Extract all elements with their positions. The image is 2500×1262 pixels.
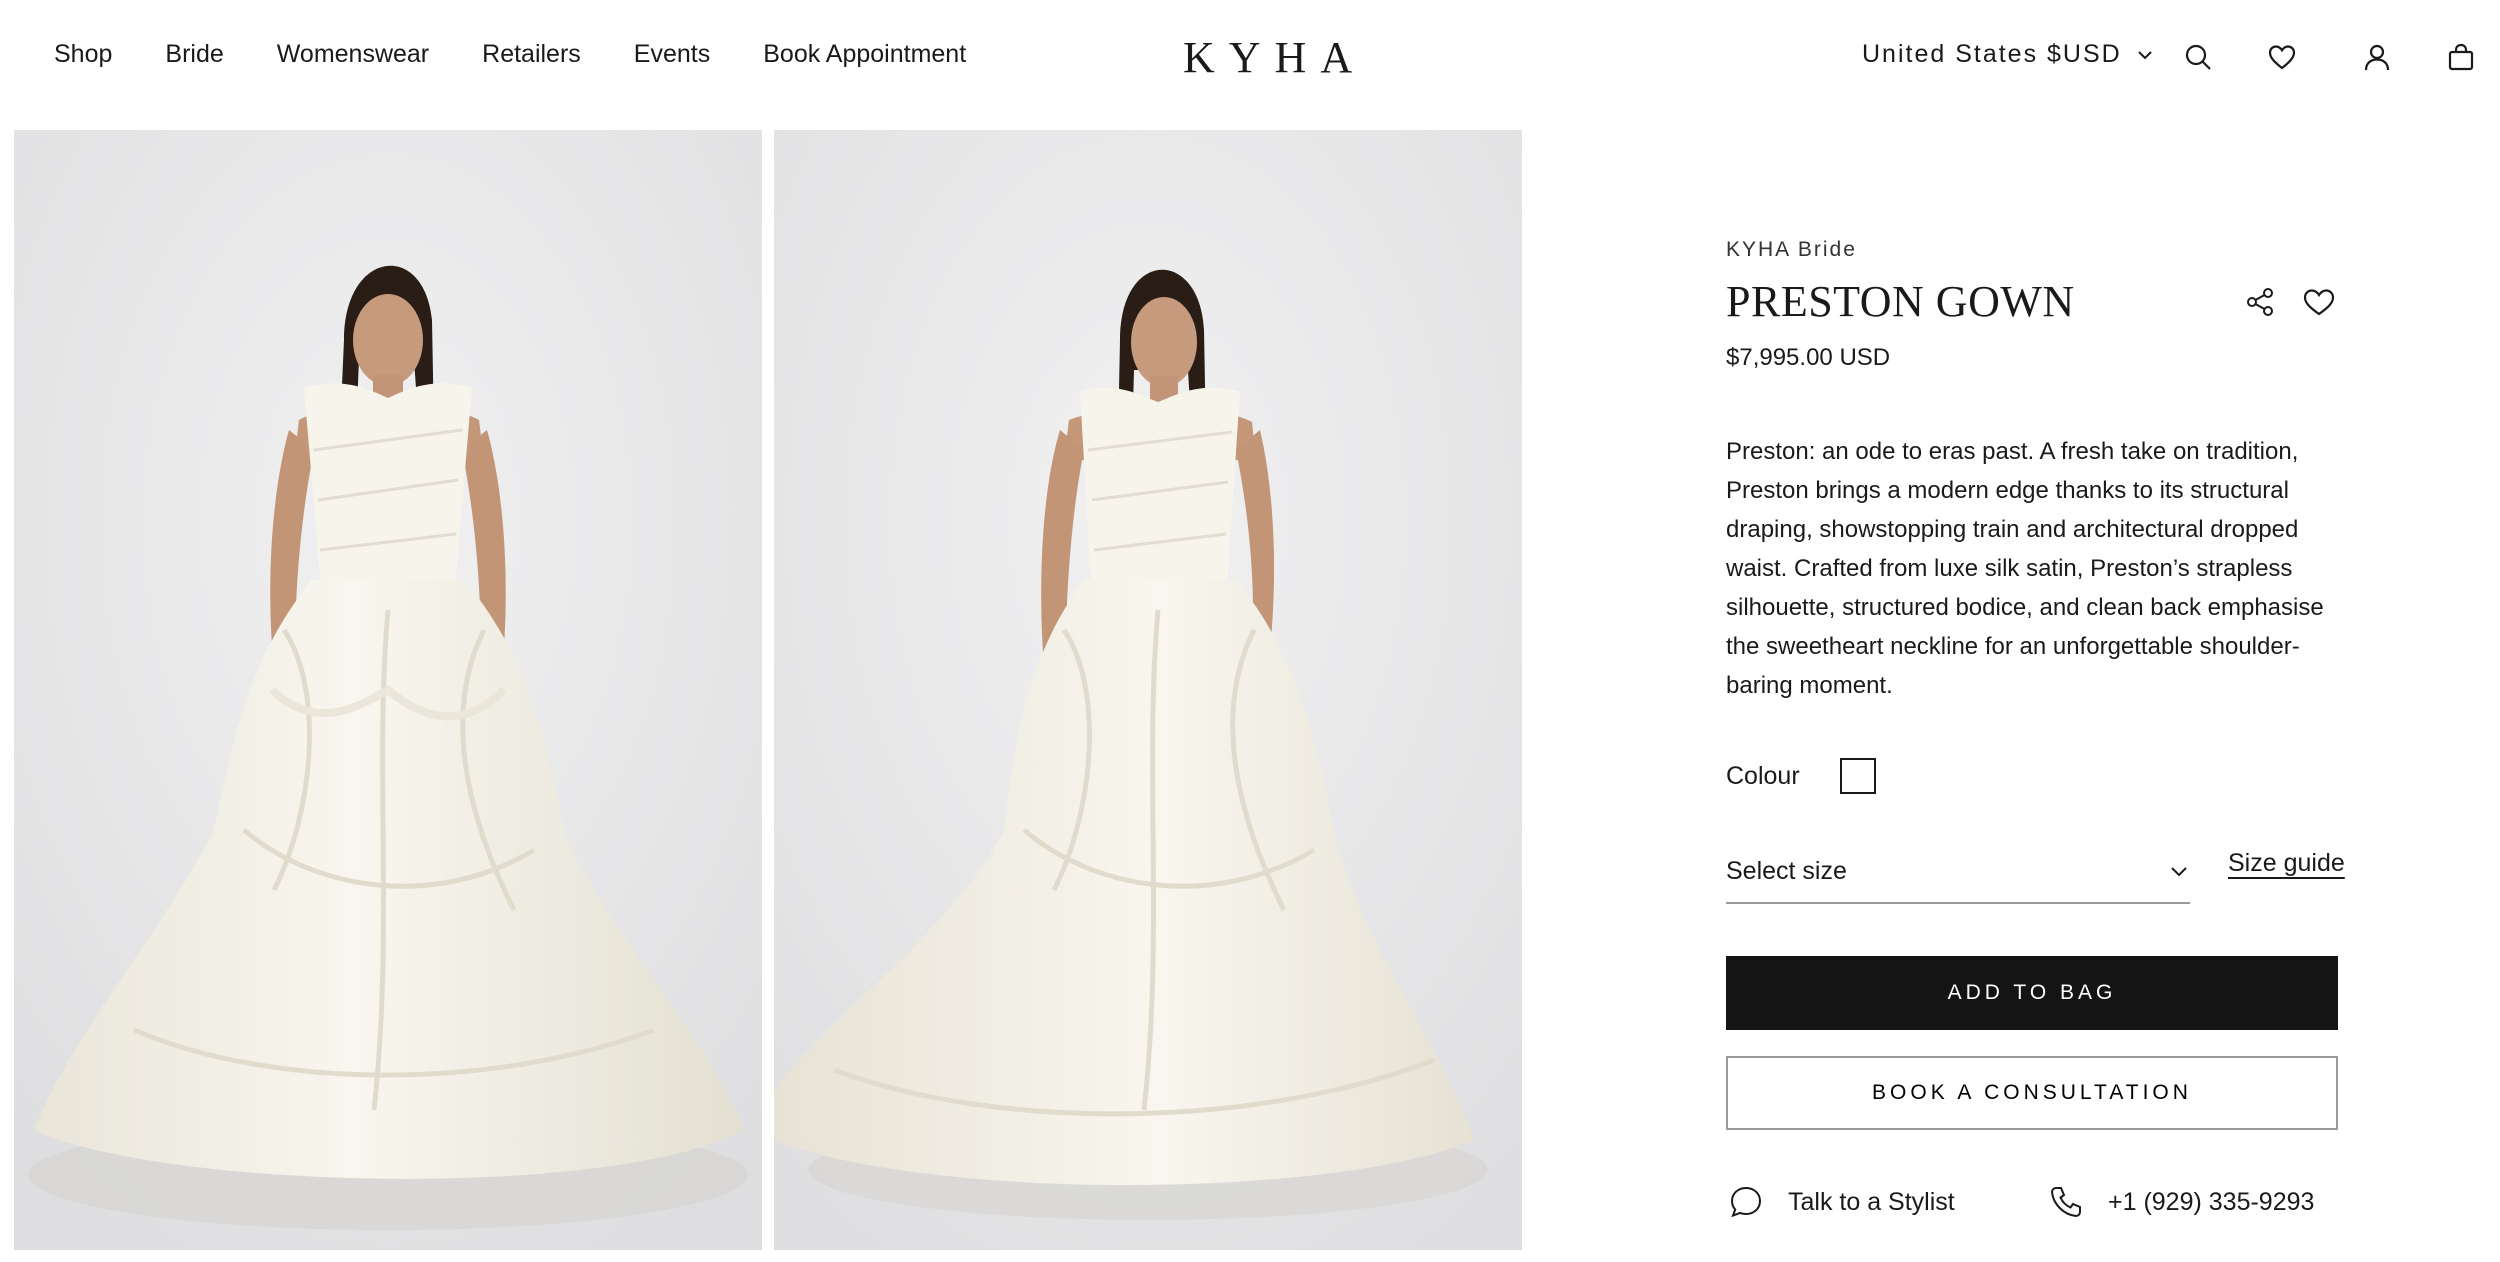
chat-bubble-icon bbox=[1730, 1186, 1762, 1218]
product-brand[interactable]: KYHA Bride bbox=[1726, 238, 1857, 262]
colour-selector: Colour bbox=[1726, 758, 1876, 794]
talk-to-stylist-link[interactable]: Talk to a Stylist bbox=[1728, 1184, 1955, 1220]
product-image-angle[interactable] bbox=[774, 130, 1522, 1250]
talk-to-stylist-label: Talk to a Stylist bbox=[1788, 1187, 1955, 1216]
add-to-bag-button[interactable]: ADD TO BAG bbox=[1726, 956, 2338, 1030]
main-nav: Shop Bride Womenswear Retailers Events B… bbox=[54, 40, 1019, 69]
gown-angle-illustration bbox=[774, 130, 1522, 1250]
colour-swatch-white[interactable] bbox=[1839, 758, 1876, 794]
phone-link[interactable]: +1 (929) 335-9293 bbox=[2048, 1184, 2314, 1220]
colour-label: Colour bbox=[1726, 761, 1800, 790]
book-consultation-button[interactable]: BOOK A CONSULTATION bbox=[1726, 1056, 2338, 1130]
product-description: Preston: an ode to eras past. A fresh ta… bbox=[1726, 438, 2324, 699]
product-title: PRESTON GOWN bbox=[1726, 277, 2075, 326]
nav-retailers[interactable]: Retailers bbox=[482, 40, 581, 69]
size-select[interactable]: Select size bbox=[1726, 840, 2190, 904]
add-to-wishlist-icon[interactable] bbox=[2302, 286, 2336, 318]
account-icon[interactable] bbox=[2362, 42, 2392, 72]
bag-icon[interactable] bbox=[2446, 42, 2476, 72]
site-logo[interactable]: KYHA bbox=[1183, 32, 1366, 83]
nav-womenswear[interactable]: Womenswear bbox=[277, 40, 429, 69]
phone-number: +1 (929) 335-9293 bbox=[2108, 1187, 2315, 1216]
share-icon[interactable] bbox=[2244, 286, 2276, 318]
gown-front-illustration bbox=[14, 130, 762, 1250]
size-select-placeholder: Select size bbox=[1726, 856, 1847, 885]
phone-icon bbox=[2050, 1187, 2081, 1218]
nav-bride[interactable]: Bride bbox=[165, 40, 223, 69]
size-guide-link[interactable]: Size guide bbox=[2228, 849, 2345, 878]
nav-shop[interactable]: Shop bbox=[54, 40, 112, 69]
chevron-down-icon bbox=[2171, 867, 2187, 877]
nav-events[interactable]: Events bbox=[634, 40, 710, 69]
nav-book-appointment[interactable]: Book Appointment bbox=[763, 40, 966, 69]
product-price: $7,995.00 USD bbox=[1726, 344, 1891, 371]
product-info-panel: KYHA Bride PRESTON GOWN $7,995.00 USD Pr… bbox=[1726, 0, 2345, 1262]
product-image-front[interactable] bbox=[14, 130, 762, 1250]
